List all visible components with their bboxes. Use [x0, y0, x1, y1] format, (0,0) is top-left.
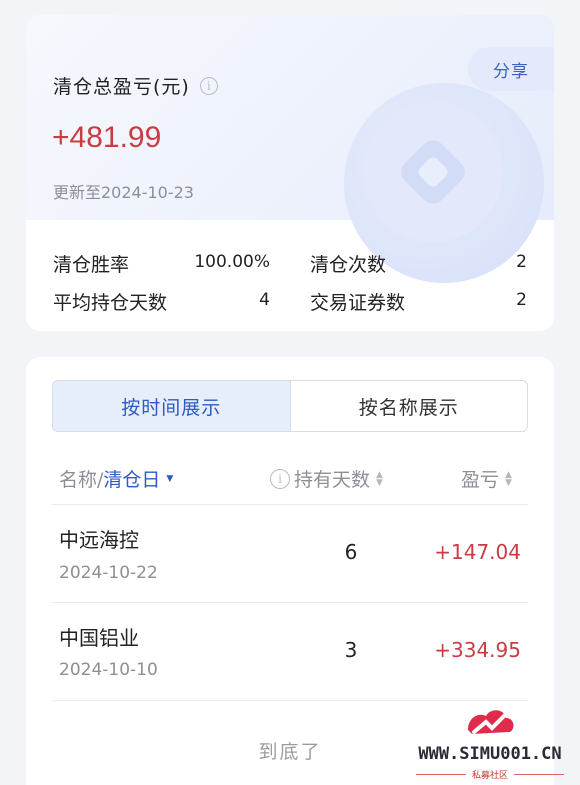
column-header-name[interactable]: 名称/ 清仓日 ▼ [59, 465, 173, 492]
view-tabs: 按时间展示 按名称展示 [52, 380, 528, 432]
stat-win-rate-value: 100.00% [194, 252, 270, 272]
tab-by-name[interactable]: 按名称展示 [291, 381, 528, 431]
stat-win-rate-label: 清仓胜率 [53, 254, 130, 276]
summary-title: 清仓总盈亏(元) [53, 76, 190, 98]
sort-icon: ▲ ▼ [376, 469, 383, 488]
divider [52, 602, 528, 603]
summary-title-row: 清仓总盈亏(元) i [53, 72, 218, 99]
stat-clear-count-label: 清仓次数 [310, 254, 387, 276]
updated-date: 更新至2024-10-23 [53, 183, 194, 202]
row-clear-date: 2024-10-10 [59, 660, 158, 680]
column-header-pnl-label: 盈亏 [461, 469, 500, 491]
watermark-line [416, 774, 466, 775]
watermark-text: WWW.SIMU001.CN [418, 744, 562, 764]
watermark-logo-icon [468, 708, 514, 734]
row-pnl: +334.95 [434, 638, 521, 662]
share-button[interactable]: 分享 [468, 47, 554, 91]
stat-avg-hold-days-label: 平均持仓天数 [53, 292, 168, 314]
row-pnl: +147.04 [434, 540, 521, 564]
tab-by-time[interactable]: 按时间展示 [53, 381, 291, 431]
column-header-name-label: 名称/ [59, 469, 104, 491]
sort-icon: ▲ ▼ [505, 469, 512, 488]
row-stock-name: 中国铝业 [59, 626, 139, 650]
stat-securities-count-label: 交易证券数 [310, 292, 406, 314]
watermark-sub: 私募社区 [472, 771, 509, 781]
column-header-clear-date-label: 清仓日 [103, 469, 161, 491]
sort-desc-icon: ▼ [166, 473, 174, 484]
row-stock-name: 中远海控 [59, 528, 139, 552]
summary-card: 清仓总盈亏(元) i 分享 +481.99 更新至2024-10-23 清仓胜率… [26, 15, 554, 331]
row-hold-days: 3 [344, 638, 358, 662]
watermark-sub-row: 私募社区 [410, 768, 570, 781]
column-header-days-label: 持有天数 [294, 469, 371, 491]
days-info-icon[interactable]: i [270, 468, 290, 489]
info-icon[interactable]: i [199, 76, 218, 95]
stat-avg-hold-days-value: 4 [259, 290, 270, 310]
column-header-pnl[interactable]: 盈亏 ▲ ▼ [461, 465, 512, 492]
watermark-line [514, 774, 565, 775]
stat-securities-count-value: 2 [516, 290, 527, 310]
column-header-days[interactable]: i 持有天数 ▲ ▼ [270, 465, 383, 492]
row-hold-days: 6 [344, 540, 358, 564]
stat-clear-count-value: 2 [516, 252, 527, 272]
row-clear-date: 2024-10-22 [59, 563, 158, 583]
divider [52, 504, 528, 505]
total-pnl-value: +481.99 [52, 121, 162, 154]
watermark: WWW.SIMU001.CN 私募社区 [398, 700, 578, 782]
